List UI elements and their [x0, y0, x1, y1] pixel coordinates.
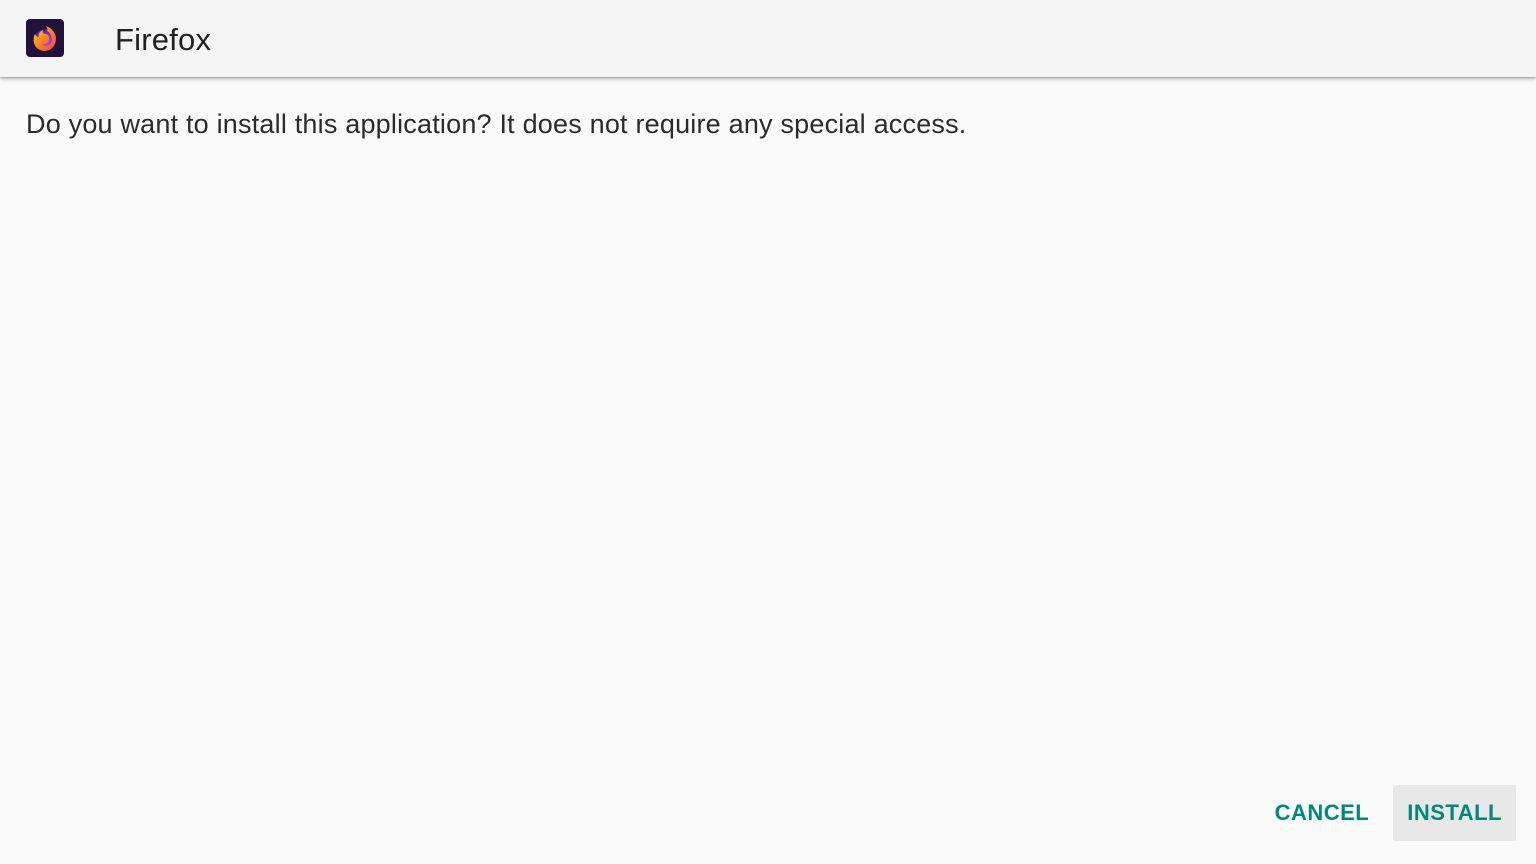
cancel-button[interactable]: CANCEL	[1261, 785, 1384, 841]
install-message: Do you want to install this application?…	[26, 109, 967, 139]
app-header: Firefox	[0, 0, 1536, 77]
app-name: Firefox	[115, 22, 212, 57]
install-button[interactable]: INSTALL	[1393, 785, 1516, 841]
install-dialog: Firefox Do you want to install this appl…	[0, 0, 1536, 864]
dialog-actions: CANCEL INSTALL	[1261, 785, 1516, 841]
firefox-icon	[26, 19, 64, 57]
